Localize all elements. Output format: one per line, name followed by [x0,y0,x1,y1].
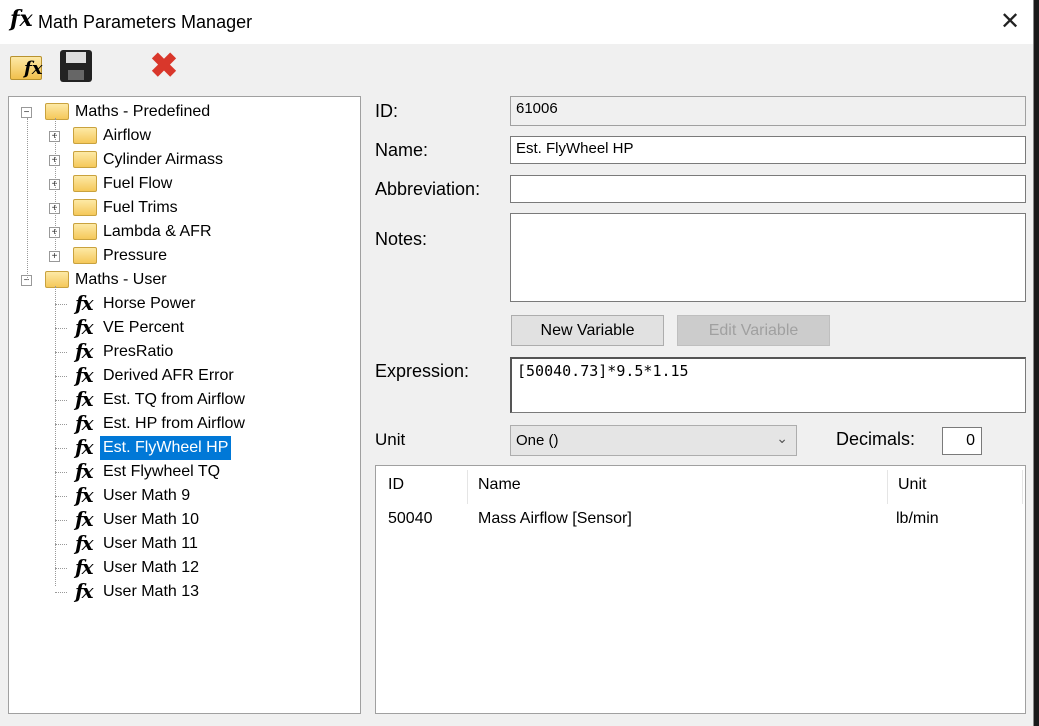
fx-icon: fx [75,507,93,531]
window-title: Math Parameters Manager [38,12,253,32]
tree-item[interactable]: fx User Math 11 [9,531,349,556]
tree-item-label: Est. TQ from Airflow [103,391,245,408]
fx-icon: fx [75,339,93,363]
tree-item-label: Est. FlyWheel HP [100,436,232,460]
expand-icon[interactable]: + [49,251,60,262]
notes-field[interactable] [510,213,1026,302]
tree-item[interactable]: fx Est Flywheel TQ [9,459,349,484]
fx-icon: fx [75,531,93,555]
chevron-down-icon: ⌄ [776,430,788,446]
variables-list[interactable]: ID Name Unit 50040 Mass Airflow [Sensor]… [375,465,1026,714]
folder-icon [73,247,97,264]
delete-icon[interactable]: ✖ [146,48,182,84]
fx-icon: fx [10,6,33,32]
folder-icon [73,199,97,216]
tree-item-label: User Math 11 [103,535,198,552]
column-header-id[interactable]: ID [388,476,404,494]
unit-value: One () [516,432,559,449]
tree-item-label: Fuel Trims [103,199,178,216]
tree-item-label: PresRatio [103,343,174,360]
unit-label: Unit [375,430,406,449]
tree-item-label: Cylinder Airmass [103,151,224,168]
id-label: ID: [375,101,399,121]
tree-item-label: VE Percent [103,319,184,336]
tree-item-label: Est Flywheel TQ [103,463,221,480]
tree-item[interactable]: fx Est. HP from Airflow [9,411,349,436]
tree-item[interactable]: fx Derived AFR Error [9,363,349,388]
math-parameters-window: fx Math Parameters Manager ✕ fx ✖ − Math… [0,0,1034,726]
column-header-name[interactable]: Name [478,476,521,494]
fx-icon: fx [75,459,93,483]
name-field[interactable]: Est. FlyWheel HP [510,136,1026,164]
tree-item[interactable]: + Cylinder Airmass [9,148,349,172]
fx-icon: fx [75,435,93,459]
column-header-unit[interactable]: Unit [898,476,926,494]
parameter-tree[interactable]: − Maths - Predefined + Airflow + Cylinder … [8,96,361,714]
tree-item[interactable]: + Airflow [9,124,349,148]
close-button[interactable]: ✕ [992,6,1028,38]
tree-item[interactable]: + Fuel Flow [9,172,349,196]
folder-icon [73,223,97,240]
tree-group-label: Maths - Predefined [75,103,211,120]
row-unit: lb/min [896,510,939,527]
tree-group[interactable]: − Maths - User [9,268,349,292]
name-label: Name: [375,140,429,160]
tree-item[interactable]: fx User Math 13 [9,579,349,604]
abbreviation-label: Abbreviation: [375,179,481,199]
folder-open-icon [45,271,69,288]
tree-item-label: Pressure [103,247,168,264]
folder-icon [73,151,97,168]
tree-item-label: Horse Power [103,295,196,312]
tree-item[interactable]: fx Est. FlyWheel HP [9,435,349,460]
row-name: Mass Airflow [Sensor] [478,510,632,527]
tree-item[interactable]: fx PresRatio [9,339,349,364]
folder-icon [73,175,97,192]
tree-item-label: Fuel Flow [103,175,173,192]
open-fx-folder-icon[interactable]: fx [8,48,44,84]
expression-label: Expression: [375,361,470,381]
tree-item-label: User Math 9 [103,487,191,504]
tree-item-label: User Math 10 [103,511,200,528]
tree-group[interactable]: − Maths - Predefined [9,100,349,124]
tree-item[interactable]: + Pressure [9,244,349,268]
tree-item[interactable]: fx User Math 12 [9,555,349,580]
fx-icon: fx [75,387,93,411]
decimals-field[interactable]: 0 [942,427,982,455]
row-id: 50040 [388,510,433,527]
fx-icon: fx [75,363,93,387]
edit-variable-button: Edit Variable [677,315,830,346]
fx-icon: fx [75,291,93,315]
unit-dropdown[interactable]: One () ⌄ [510,425,797,456]
tree-item[interactable]: fx Est. TQ from Airflow [9,387,349,412]
tree-item[interactable]: fx User Math 9 [9,483,349,508]
tree-item-label: Derived AFR Error [103,367,234,384]
tree-group-label: Maths - User [75,271,167,288]
expression-field[interactable]: [50040.73]*9.5*1.15 [510,357,1026,413]
tree-item-label: Lambda & AFR [103,223,212,240]
fx-icon: fx [75,483,93,507]
abbreviation-field[interactable] [510,175,1026,203]
fx-icon: fx [75,579,93,603]
title-bar: fx Math Parameters Manager ✕ [0,0,1033,44]
collapse-icon[interactable]: − [21,107,32,118]
tree-item-label: User Math 12 [103,559,200,576]
new-variable-button[interactable]: New Variable [511,315,664,346]
tree-item-label: User Math 13 [103,583,200,600]
id-field: 61006 [510,96,1026,126]
tree-item[interactable]: fx User Math 10 [9,507,349,532]
tree-item[interactable]: + Lambda & AFR [9,220,349,244]
decimals-label: Decimals: [836,429,916,449]
fx-icon: fx [75,555,93,579]
notes-label: Notes: [375,229,428,249]
folder-open-icon [45,103,69,120]
tree-item-label: Est. HP from Airflow [103,415,245,432]
tree-item[interactable]: fx Horse Power [9,291,349,316]
tree-item[interactable]: fx VE Percent [9,315,349,340]
folder-icon [73,127,97,144]
tree-item[interactable]: + Fuel Trims [9,196,349,220]
tree-item-label: Airflow [103,127,152,144]
fx-icon: fx [75,411,93,435]
save-icon[interactable] [58,48,94,84]
fx-icon: fx [75,315,93,339]
